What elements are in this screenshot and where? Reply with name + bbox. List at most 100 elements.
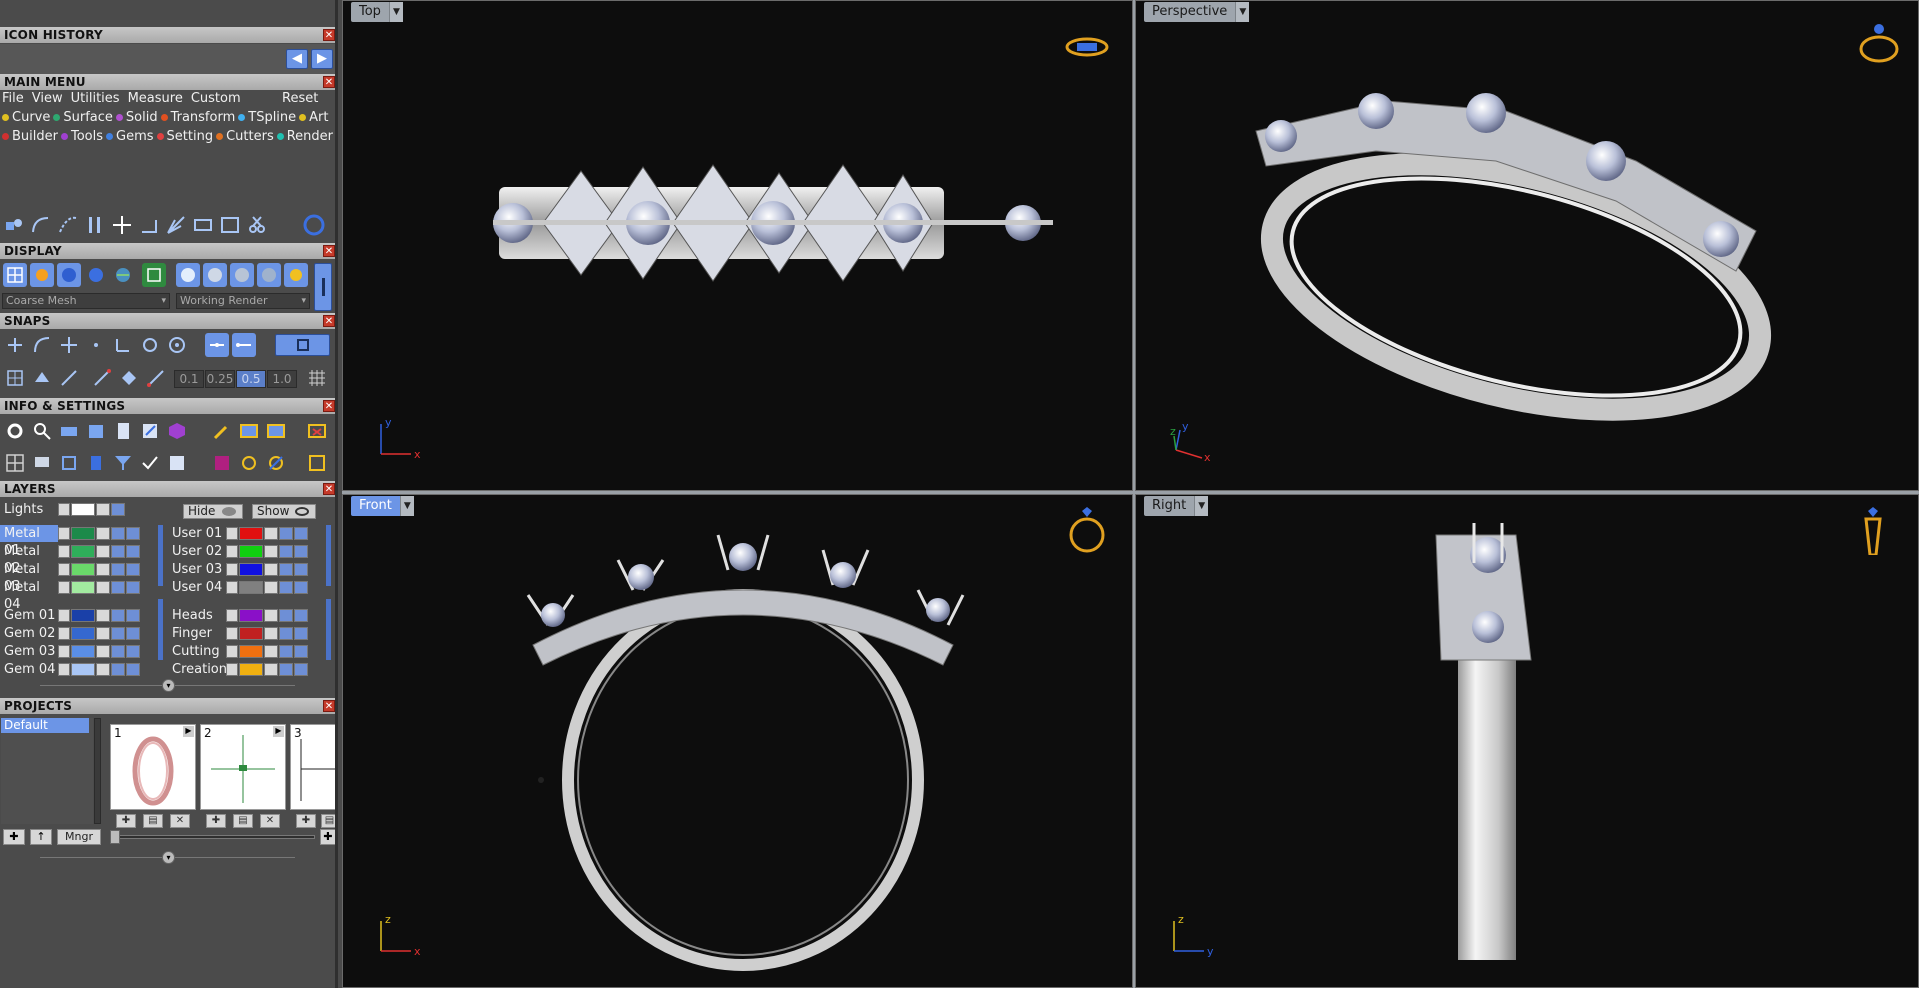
layers-stack-icon[interactable] xyxy=(57,419,81,443)
visibility-icon[interactable] xyxy=(111,663,125,676)
arrow-right-icon[interactable] xyxy=(226,609,238,622)
move-icon[interactable] xyxy=(110,213,134,237)
visibility-icon[interactable] xyxy=(294,645,308,658)
thumb-save-icon[interactable]: ▤ xyxy=(321,814,335,828)
layer-row[interactable]: User 04 xyxy=(168,579,309,596)
snap-value-0[interactable]: 0.1 xyxy=(174,370,204,388)
layer-row[interactable]: Creation xyxy=(168,661,309,678)
lock-icon[interactable] xyxy=(264,581,278,594)
visibility-icon[interactable] xyxy=(294,663,308,676)
module-gems[interactable]: Gems xyxy=(106,129,154,144)
visibility-icon[interactable] xyxy=(111,563,125,576)
close-icon[interactable]: ✕ xyxy=(323,483,335,495)
layer-row[interactable]: Metal 02 xyxy=(0,543,141,576)
edit-icon[interactable] xyxy=(138,419,162,443)
layer-color-swatch[interactable] xyxy=(239,663,263,676)
visibility-icon[interactable] xyxy=(279,581,293,594)
layer-color-swatch[interactable] xyxy=(239,581,263,594)
layer-color-swatch[interactable] xyxy=(239,527,263,540)
layer-color-swatch[interactable] xyxy=(71,527,95,540)
arrow-right-icon[interactable] xyxy=(226,563,238,576)
layer-color-swatch[interactable] xyxy=(239,645,263,658)
snap-grid-icon[interactable] xyxy=(3,333,27,357)
snap-end-icon[interactable] xyxy=(232,333,256,357)
viewport-front[interactable]: Front ▼ zx xyxy=(342,494,1133,988)
copy-icon[interactable] xyxy=(191,213,215,237)
layer-color-swatch[interactable] xyxy=(71,663,95,676)
viewport-right[interactable]: Right ▼ zy xyxy=(1135,494,1919,988)
lock-icon[interactable] xyxy=(96,609,110,622)
wand-icon[interactable] xyxy=(210,419,234,443)
snap-value-3[interactable]: 1.0 xyxy=(267,370,297,388)
report-icon[interactable] xyxy=(165,451,189,475)
background-icon[interactable] xyxy=(142,263,166,287)
monitor-icon[interactable] xyxy=(30,451,54,475)
snap-mid-icon[interactable] xyxy=(205,333,229,357)
layer-color-swatch[interactable] xyxy=(239,627,263,640)
plane-icon[interactable] xyxy=(30,366,54,390)
layer-color-swatch[interactable] xyxy=(71,581,95,594)
transform-gizmo-icon[interactable] xyxy=(237,451,261,475)
module-curve[interactable]: Curve xyxy=(2,110,50,125)
layer-color-swatch[interactable] xyxy=(239,545,263,558)
layer-row[interactable]: User 03 xyxy=(168,561,309,578)
visibility-icon[interactable] xyxy=(111,609,125,622)
visibility-icon[interactable] xyxy=(126,645,140,658)
lights-color-swatch[interactable] xyxy=(71,503,95,516)
arrow-right-icon[interactable] xyxy=(226,663,238,676)
collapse-chevron-icon[interactable]: ▾ xyxy=(162,679,175,692)
module-surface[interactable]: Surface xyxy=(53,110,113,125)
hide-button[interactable]: Hide xyxy=(183,504,243,519)
close-icon[interactable]: ✕ xyxy=(323,400,335,412)
lock-icon[interactable] xyxy=(96,663,110,676)
module-art[interactable]: Art xyxy=(299,110,329,125)
thumb-save-icon[interactable]: ▤ xyxy=(143,814,163,828)
scale-gizmo-icon[interactable] xyxy=(305,451,329,475)
layer-row[interactable]: User 02 xyxy=(168,543,309,560)
module-cutters[interactable]: Cutters xyxy=(216,129,274,144)
display-toggle-button[interactable] xyxy=(314,263,332,311)
inspect-icon[interactable] xyxy=(30,419,54,443)
settings-gear-icon[interactable] xyxy=(3,419,27,443)
visibility-icon[interactable] xyxy=(294,527,308,540)
snap-center-icon[interactable] xyxy=(138,333,162,357)
arrow-right-icon[interactable] xyxy=(226,645,238,658)
lock-icon[interactable] xyxy=(96,563,110,576)
module-setting[interactable]: Setting xyxy=(156,129,213,144)
render-sphere-3-icon[interactable] xyxy=(230,263,254,287)
select-check-icon[interactable] xyxy=(138,451,162,475)
project-add-icon[interactable]: ✚ xyxy=(3,829,25,845)
project-manager-button[interactable]: Mngr xyxy=(57,829,101,845)
layer-row[interactable]: User 01 xyxy=(168,525,309,542)
snap-value-1[interactable]: 0.25 xyxy=(205,370,235,388)
lights-layer-row[interactable]: Lights xyxy=(0,501,126,518)
thumb-menu-icon[interactable]: ▶ xyxy=(273,726,284,737)
menu-view[interactable]: View xyxy=(32,91,63,106)
arrow-right-icon[interactable] xyxy=(226,581,238,594)
visibility-icon[interactable] xyxy=(279,545,293,558)
render-sphere-4-icon[interactable] xyxy=(257,263,281,287)
line-snap-icon[interactable] xyxy=(57,366,81,390)
close-icon[interactable]: ✕ xyxy=(323,76,335,88)
layer-row[interactable]: Metal 04 xyxy=(0,579,141,612)
lock-icon[interactable] xyxy=(96,645,110,658)
layer-color-swatch[interactable] xyxy=(239,563,263,576)
project-thumb-2[interactable]: 2 ▶ xyxy=(200,724,286,810)
pin-icon[interactable] xyxy=(210,451,234,475)
layer-row[interactable]: Gem 01 xyxy=(0,607,141,624)
ruler-snap-icon[interactable] xyxy=(144,366,168,390)
arrow-right-icon[interactable] xyxy=(58,609,70,622)
close-icon[interactable]: ✕ xyxy=(323,245,335,257)
visibility-icon[interactable] xyxy=(294,581,308,594)
primitives-icon[interactable] xyxy=(2,213,26,237)
lock-icon[interactable] xyxy=(264,663,278,676)
paste-icon[interactable] xyxy=(218,213,242,237)
module-transform[interactable]: Transform xyxy=(160,110,235,125)
arrow-right-icon[interactable] xyxy=(58,503,70,516)
visibility-icon[interactable] xyxy=(111,627,125,640)
project-default-item[interactable]: Default xyxy=(1,718,89,733)
menu-custom[interactable]: Custom xyxy=(191,91,241,106)
render-mode-select[interactable]: Working Render ▾ xyxy=(176,293,310,309)
project-up-icon[interactable]: ↑ xyxy=(30,829,52,845)
menu-reset[interactable]: Reset xyxy=(282,91,318,106)
